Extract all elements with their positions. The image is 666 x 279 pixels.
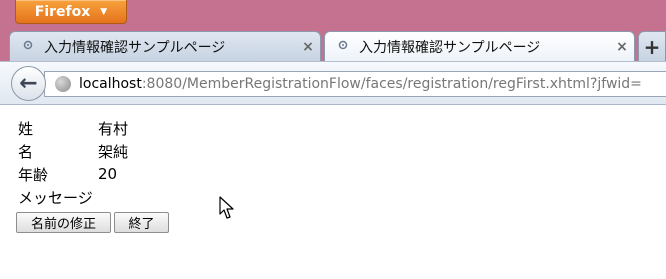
field-value: 架純: [98, 142, 129, 161]
tab-title: 入力情報確認サンプルページ: [359, 39, 541, 56]
close-tab-icon[interactable]: ×: [296, 39, 320, 55]
dropdown-arrow-icon: ▼: [100, 6, 108, 17]
url-text: localhost:8080/MemberRegistrationFlow/fa…: [79, 76, 642, 92]
row-first-name: 名 架純: [18, 140, 128, 162]
field-label: 年齢: [18, 165, 49, 184]
mouse-cursor-icon: [219, 196, 234, 219]
row-message: メッセージ: [18, 186, 98, 208]
edit-name-button[interactable]: 名前の修正: [16, 212, 111, 233]
back-button[interactable]: ←: [11, 66, 46, 101]
finish-button[interactable]: 終了: [114, 212, 169, 233]
page-icon: [20, 39, 36, 54]
firefox-menu-button[interactable]: Firefox ▼: [15, 0, 127, 24]
firefox-menu-label: Firefox: [34, 3, 91, 20]
row-age: 年齢 20: [18, 163, 117, 185]
field-value: 有村: [98, 119, 129, 138]
page-content: 姓 有村 名 架純 年齢 20 メッセージ 名前の修正 終了: [0, 105, 666, 279]
close-tab-icon[interactable]: ×: [610, 39, 634, 55]
globe-icon: [55, 76, 71, 92]
tab-1[interactable]: 入力情報確認サンプルページ ×: [9, 31, 321, 61]
navigation-toolbar: localhost:8080/MemberRegistrationFlow/fa…: [0, 61, 666, 105]
url-bar[interactable]: localhost:8080/MemberRegistrationFlow/fa…: [44, 71, 666, 97]
tab-2-active[interactable]: 入力情報確認サンプルページ ×: [324, 31, 635, 61]
page-icon: [335, 39, 351, 54]
new-tab-button[interactable]: +: [638, 31, 666, 61]
back-arrow-icon: ←: [19, 71, 38, 96]
field-label: メッセージ: [18, 188, 93, 207]
browser-window: Firefox ▼ 入力情報確認サンプルページ × 入力情報確認サンプルページ …: [0, 0, 666, 279]
field-value: 20: [98, 165, 118, 183]
url-host: localhost: [79, 76, 142, 92]
row-last-name: 姓 有村: [18, 117, 128, 139]
field-label: 名: [18, 142, 34, 161]
tab-title: 入力情報確認サンプルページ: [44, 39, 226, 56]
url-path: :8080/MemberRegistrationFlow/faces/regis…: [141, 76, 642, 92]
field-label: 姓: [18, 119, 34, 138]
